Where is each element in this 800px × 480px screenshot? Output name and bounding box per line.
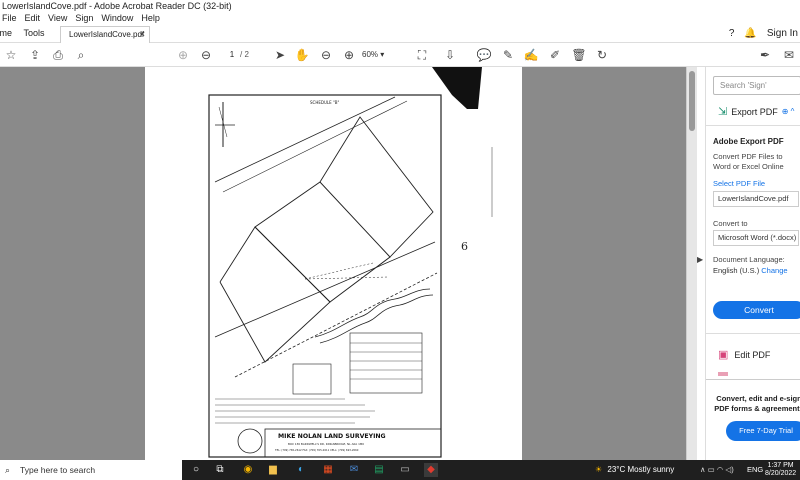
window-title: LowerIslandCove.pdf - Adobe Acrobat Read… — [2, 1, 232, 11]
tab-right-controls: ? 🔔 Sign In — [729, 24, 800, 43]
doc-language-label: Document Language: — [713, 255, 785, 264]
bell-icon[interactable]: 🔔 — [744, 28, 756, 39]
company-address: BOX 136 BARDWELL'S RD, KINGSBRIDGE, NL A… — [288, 442, 364, 446]
file-explorer-icon[interactable]: ▆ — [266, 463, 280, 477]
input-language[interactable]: ENG — [747, 460, 763, 480]
menu-bar: File Edit View Sign Window Help — [0, 12, 800, 24]
more-tool-icon[interactable] — [718, 372, 728, 376]
weather-widget[interactable]: ☀ 23°C Mostly sunny — [595, 460, 674, 480]
panel-description: Convert PDF Files to Word or Excel Onlin… — [713, 152, 784, 171]
tab-tools[interactable]: Tools — [18, 24, 50, 43]
fit-page-icon[interactable]: ⛶ — [414, 47, 430, 63]
page-count: / 2 — [240, 50, 249, 59]
windows-taskbar: ⌕ Type here to search ○ ⧉ ◉ ▆ ◐ ▦ ✉ ▤ ▭ … — [0, 460, 800, 480]
tray-chevron-icon[interactable]: ∧ — [700, 465, 706, 474]
menu-help[interactable]: Help — [141, 12, 160, 24]
change-language-link[interactable]: Change — [761, 266, 787, 275]
page-number-input[interactable]: 1 — [224, 48, 240, 62]
menu-view[interactable]: View — [48, 12, 67, 24]
schedule-label: SCHEDULE "B" — [310, 100, 339, 105]
margin-mark: 6 — [461, 240, 468, 253]
select-file-link[interactable]: Select PDF File — [713, 179, 765, 188]
drawing-frame — [208, 94, 442, 458]
tools-search-input[interactable]: Search 'Sign' — [713, 76, 800, 95]
toolbar: ☆ ⇪ ⎙ ⌕ ⊕ ⊖ 1 / 2 ➤ ✋ ⊖ ⊕ 60% ▾ ⛶ ⇩ 💬 ✎ … — [0, 43, 800, 67]
comment-icon[interactable]: 💬 — [476, 47, 492, 63]
menu-edit[interactable]: Edit — [25, 12, 41, 24]
page-up-icon[interactable]: ⊕ — [175, 47, 191, 63]
mail-icon[interactable]: ✉ — [347, 463, 361, 477]
export-settings-icon[interactable]: ⊕ ^ — [782, 107, 795, 116]
convert-to-label: Convert to — [713, 219, 748, 228]
page-down-icon[interactable]: ⊖ — [198, 47, 214, 63]
chrome-icon[interactable]: ◉ — [241, 463, 255, 477]
highlight-pen-icon[interactable]: ✎ — [500, 47, 516, 63]
app-icon[interactable]: ▭ — [398, 463, 412, 477]
print-icon[interactable]: ⎙ — [50, 47, 66, 63]
scroll-mode-icon[interactable]: ⇩ — [442, 47, 458, 63]
close-tab-icon[interactable]: × — [140, 27, 145, 42]
sign-in-link[interactable]: Sign In — [767, 28, 798, 39]
language-row: English (U.S.) Change — [713, 266, 788, 275]
wifi-icon[interactable]: ◠ — [717, 465, 724, 474]
sun-icon: ☀ — [595, 465, 603, 474]
rotate-icon[interactable]: ↻ — [594, 47, 610, 63]
excel-icon[interactable]: ▤ — [372, 463, 386, 477]
document-viewer[interactable]: SCHEDULE "B" MIKE NOLAN LAND SURVEYING B… — [0, 67, 697, 460]
store-icon[interactable]: ▦ — [321, 463, 335, 477]
scan-blotch — [432, 67, 482, 109]
taskbar-search-input[interactable]: ⌕ Type here to search — [0, 460, 182, 480]
help-icon[interactable]: ? — [729, 28, 735, 39]
panel-title: Adobe Export PDF — [713, 137, 784, 146]
company-phone: TEL: (709) 765-2612 FAX: (709) 765-2611 … — [275, 448, 359, 452]
task-view-icon[interactable]: ⧉ — [213, 463, 227, 477]
surveyor-seal — [237, 428, 263, 454]
promo-text: Convert, edit and e-sign PDF forms & agr… — [714, 394, 800, 413]
tab-document[interactable]: LowerIslandCove.pdf × — [60, 26, 150, 43]
export-pdf-tool[interactable]: ⇲ Export PDF ⊕ ^ — [718, 105, 794, 118]
menu-window[interactable]: Window — [101, 12, 133, 24]
vertical-scrollbar[interactable] — [686, 67, 697, 460]
bookmark-star-icon[interactable]: ☆ — [3, 47, 19, 63]
tab-home[interactable]: Home — [0, 24, 18, 43]
fill-sign-icon[interactable]: ✐ — [547, 47, 563, 63]
menu-file[interactable]: File — [2, 12, 17, 24]
free-trial-button[interactable]: Free 7-Day Trial — [726, 421, 800, 441]
format-select[interactable]: Microsoft Word (*.docx) — [713, 230, 799, 246]
tab-document-label: LowerIslandCove.pdf — [69, 30, 145, 39]
menu-sign[interactable]: Sign — [75, 12, 93, 24]
collapse-pane-icon[interactable]: ▶ — [697, 255, 705, 264]
edit-pdf-tool[interactable]: ▣ Edit PDF — [718, 348, 770, 361]
zoom-out-icon[interactable]: ⊖ — [318, 47, 334, 63]
export-pdf-icon: ⇲ — [718, 106, 728, 118]
clock[interactable]: 1:37 PM 8/20/2022 — [765, 462, 796, 478]
scrollbar-thumb[interactable] — [689, 71, 695, 131]
zoom-level-select[interactable]: 60% ▾ — [362, 48, 402, 62]
edge-icon[interactable]: ◐ — [294, 463, 308, 477]
file-name-field[interactable]: LowerIslandCove.pdf — [713, 191, 799, 207]
volume-icon[interactable]: ◁) — [725, 465, 733, 474]
zoom-in-icon[interactable]: ⊕ — [341, 47, 357, 63]
select-cursor-icon[interactable]: ➤ — [272, 47, 288, 63]
company-name: MIKE NOLAN LAND SURVEYING — [278, 433, 386, 440]
hand-tool-icon[interactable]: ✋ — [294, 47, 310, 63]
survey-drawing: SCHEDULE "B" MIKE NOLAN LAND SURVEYING B… — [208, 67, 493, 458]
upload-cloud-icon[interactable]: ⇪ — [27, 47, 43, 63]
edit-pdf-icon: ▣ — [718, 349, 729, 361]
acrobat-icon[interactable]: ◆ — [424, 463, 438, 477]
title-bar: LowerIslandCove.pdf - Adobe Acrobat Read… — [0, 0, 800, 12]
signature-icon[interactable]: ✒ — [757, 47, 773, 63]
convert-button[interactable]: Convert — [713, 301, 800, 319]
pdf-page[interactable]: SCHEDULE "B" MIKE NOLAN LAND SURVEYING B… — [145, 67, 522, 460]
search-icon[interactable]: ⌕ — [73, 47, 89, 63]
delete-icon[interactable]: 🗑 — [571, 47, 587, 63]
search-icon: ⌕ — [5, 465, 11, 475]
cortana-icon[interactable]: ○ — [189, 463, 203, 477]
network-icon[interactable]: ▭ — [708, 465, 715, 474]
tab-bar: Home Tools LowerIslandCove.pdf × ? 🔔 Sig… — [0, 24, 800, 43]
share-email-icon[interactable]: ✉ — [781, 47, 797, 63]
sign-pen-icon[interactable]: ✍ — [523, 47, 539, 63]
right-tools-pane: Search 'Sign' ⇲ Export PDF ⊕ ^ Adobe Exp… — [705, 67, 800, 460]
system-tray[interactable]: ∧ ▭ ◠ ◁) — [700, 460, 734, 480]
